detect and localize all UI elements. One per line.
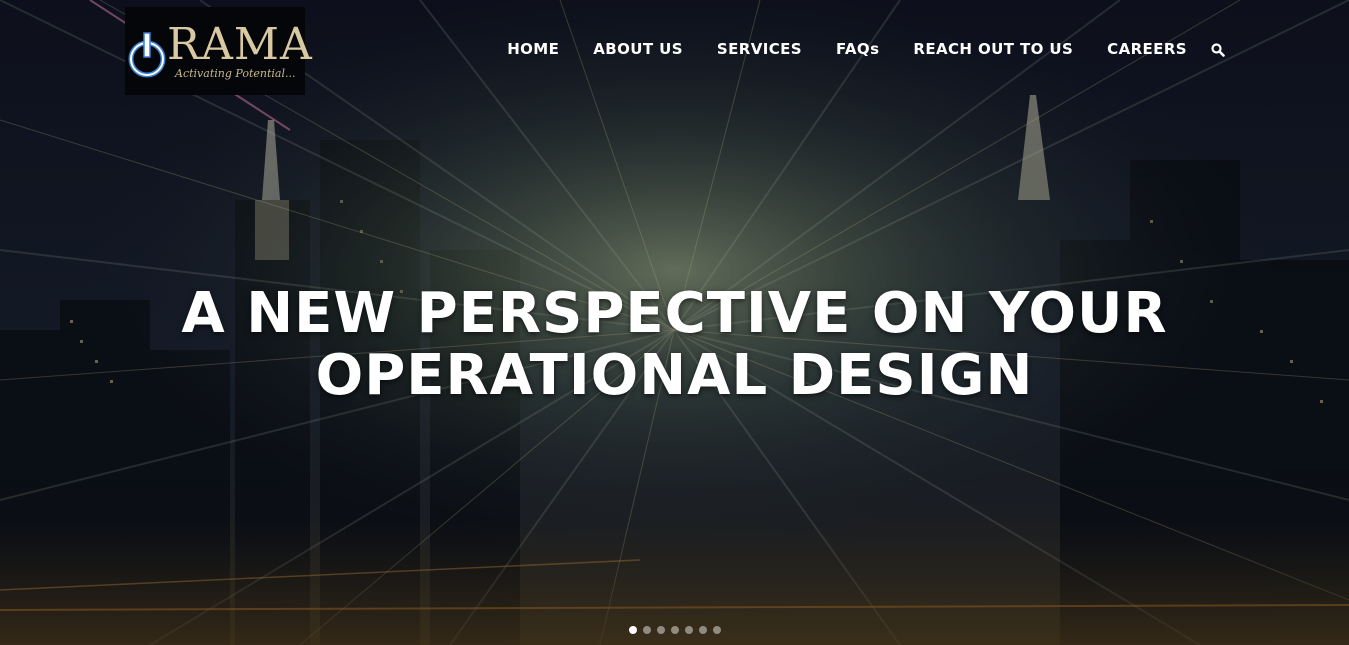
- hero-headline-line-2: OPERATIONAL DESIGN: [315, 343, 1034, 408]
- nav-item-services[interactable]: SERVICES: [717, 40, 802, 58]
- site-logo[interactable]: RAMA Activating Potential...: [125, 7, 312, 95]
- power-icon: [128, 32, 166, 78]
- slider-dot[interactable]: [629, 626, 637, 634]
- slider-dot[interactable]: [699, 626, 707, 634]
- slider-dot[interactable]: [657, 626, 665, 634]
- nav-item-faqs[interactable]: FAQs: [836, 40, 879, 58]
- slider-dot[interactable]: [713, 626, 721, 634]
- nav-item-home[interactable]: HOME: [507, 40, 559, 58]
- hero-slider: RAMA Activating Potential... HOME ABOUT …: [0, 0, 1349, 645]
- brand-name: RAMA: [167, 19, 313, 70]
- slider-dot[interactable]: [685, 626, 693, 634]
- slider-pagination: [629, 626, 727, 634]
- brand-tagline: Activating Potential...: [175, 67, 296, 80]
- hero-headline-line-1: A NEW PERSPECTIVE ON YOUR: [181, 281, 1168, 346]
- slider-dot[interactable]: [671, 626, 679, 634]
- nav-item-careers[interactable]: CAREERS: [1107, 40, 1187, 58]
- slider-dot[interactable]: [643, 626, 651, 634]
- search-icon[interactable]: [1211, 42, 1225, 57]
- main-navigation: HOME ABOUT US SERVICES FAQs REACH OUT TO…: [473, 40, 1225, 58]
- nav-item-about-us[interactable]: ABOUT US: [593, 40, 683, 58]
- hero-headline: A NEW PERSPECTIVE ON YOUR OPERATIONAL DE…: [0, 283, 1349, 407]
- nav-item-reach-out-to-us[interactable]: REACH OUT TO US: [913, 40, 1073, 58]
